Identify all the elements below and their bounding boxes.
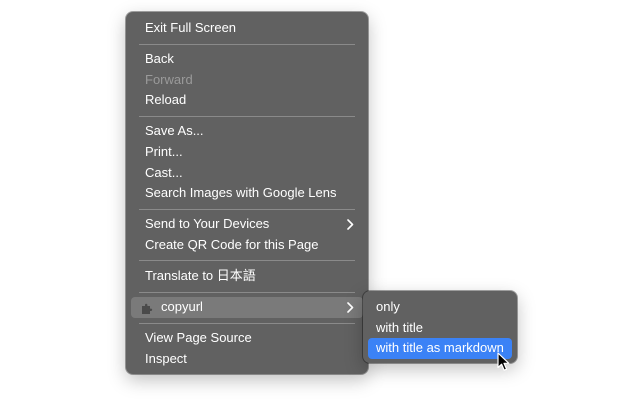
chevron-right-icon	[345, 214, 355, 235]
submenu-item-only[interactable]: only	[368, 297, 512, 318]
menu-item-label: copyurl	[161, 299, 203, 315]
menu-item-exit-full-screen[interactable]: Exit Full Screen	[131, 18, 363, 39]
puzzle-extension-icon	[141, 301, 153, 315]
menu-separator	[139, 291, 355, 293]
mouse-pointer-icon	[497, 352, 511, 372]
menu-item-forward: Forward	[145, 71, 193, 87]
menu-item-back[interactable]: Back	[131, 49, 363, 70]
menu-separator	[139, 43, 355, 45]
menu-item-create-qr-code[interactable]: Create QR Code for this Page	[131, 235, 363, 256]
submenu-item-with-title-as-markdown[interactable]: with title as markdown	[368, 338, 512, 359]
menu-separator	[139, 260, 355, 262]
copyurl-submenu: only with title with title as markdown	[363, 291, 517, 363]
menu-item-label: Send to Your Devices	[145, 216, 270, 232]
menu-item-send-to-devices[interactable]: Send to Your Devices	[131, 214, 363, 235]
menu-item-reload[interactable]: Reload	[131, 90, 363, 111]
menu-item-save-as[interactable]: Save As...	[131, 121, 363, 142]
menu-item-copyurl[interactable]: copyurl	[131, 297, 363, 318]
menu-item-inspect[interactable]: Inspect	[131, 349, 363, 370]
menu-separator	[139, 322, 355, 324]
context-menu: Exit Full Screen Back Forward Reload Sav…	[126, 12, 368, 374]
menu-item-print[interactable]: Print...	[131, 142, 363, 163]
chevron-right-icon	[345, 297, 355, 318]
menu-separator	[139, 208, 355, 210]
menu-item-translate[interactable]: Translate to 日本語	[131, 266, 363, 287]
menu-separator	[139, 115, 355, 117]
menu-item-view-page-source[interactable]: View Page Source	[131, 328, 363, 349]
submenu-item-with-title[interactable]: with title	[368, 318, 512, 339]
menu-item-cast[interactable]: Cast...	[131, 163, 363, 184]
menu-item-search-images-google-lens[interactable]: Search Images with Google Lens	[131, 183, 363, 204]
